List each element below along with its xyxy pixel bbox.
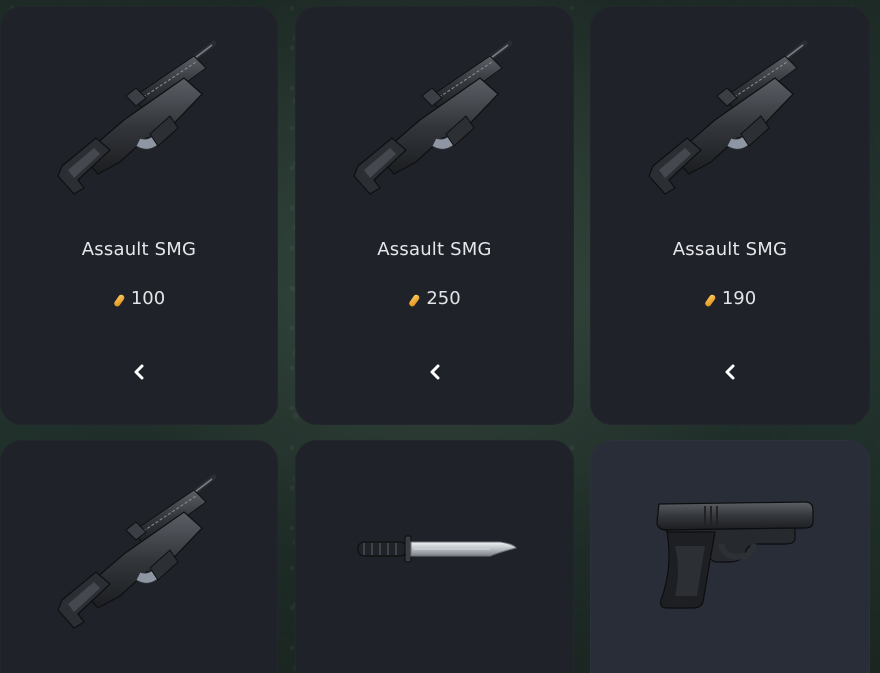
shop-item-card[interactable]: Assault SMG 250 [295,6,574,425]
chevron-left-icon[interactable] [716,358,744,386]
shop-item-card[interactable]: Assault SMG 100 [0,6,278,425]
ammo-icon [704,292,716,306]
shop-item-card[interactable] [0,440,278,673]
knife-icon [350,530,520,570]
item-price: 250 [295,288,574,309]
ammo-icon [113,292,125,306]
shop-item-card-selected[interactable] [590,440,870,673]
item-name: Assault SMG [377,239,492,260]
smg-icon [54,38,224,198]
smg-icon [54,472,224,632]
item-price-value: 100 [130,288,166,309]
shop-item-card[interactable] [295,440,574,673]
smg-icon [350,38,520,198]
chevron-left-icon[interactable] [125,358,153,386]
item-price-value: 250 [426,288,461,309]
shop-item-card[interactable]: Assault SMG 190 [590,6,870,425]
item-name: Assault SMG [672,239,788,260]
ammo-icon [408,292,420,306]
item-price-value: 190 [721,288,757,309]
item-price: 100 [0,288,278,309]
chevron-left-icon[interactable] [421,358,449,386]
item-name: Assault SMG [81,239,197,260]
pistol-icon [645,496,815,616]
item-price: 190 [590,288,870,309]
smg-icon [645,38,815,198]
